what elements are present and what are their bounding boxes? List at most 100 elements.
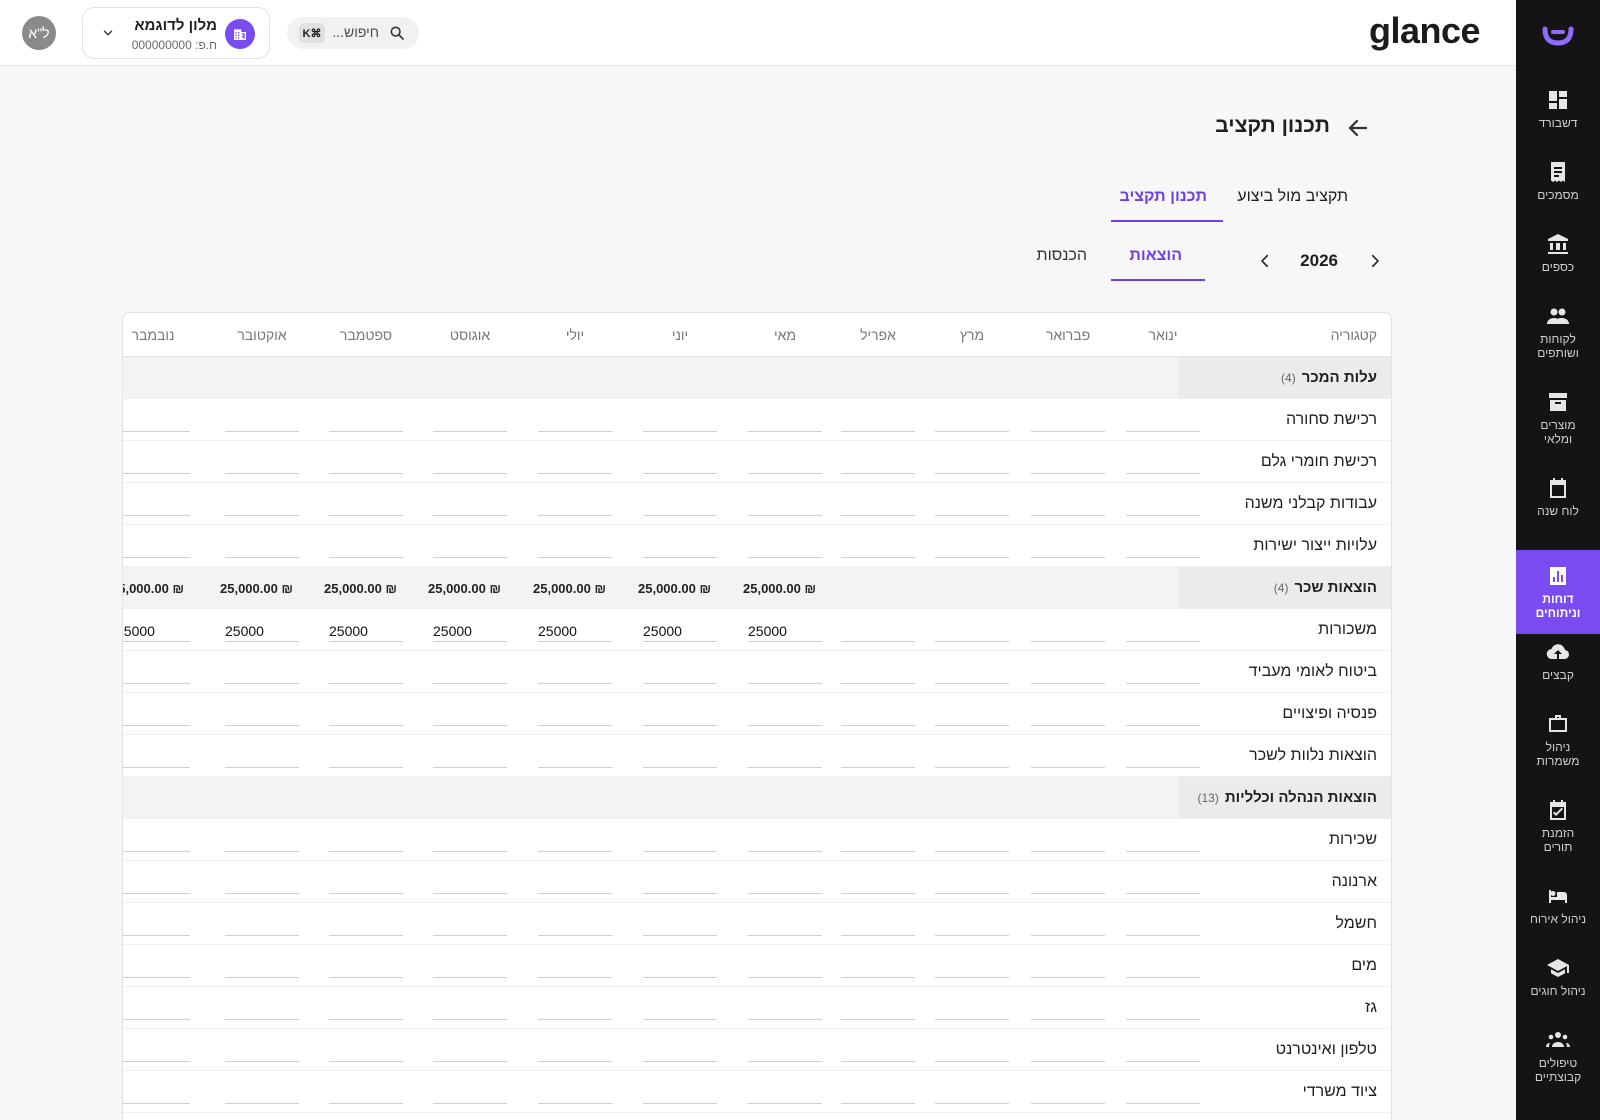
budget-input[interactable]: [433, 641, 507, 642]
subtab-income[interactable]: הכנסות: [1037, 247, 1087, 265]
budget-input[interactable]: [643, 473, 717, 474]
budget-input[interactable]: [329, 1019, 403, 1020]
budget-input[interactable]: [935, 473, 1009, 474]
budget-input[interactable]: [225, 851, 299, 852]
budget-input[interactable]: [329, 851, 403, 852]
budget-input[interactable]: [841, 683, 915, 684]
budget-input[interactable]: [538, 1061, 612, 1062]
budget-input[interactable]: [841, 1061, 915, 1062]
budget-input-value[interactable]: 25000: [538, 623, 600, 639]
budget-input[interactable]: [1126, 767, 1200, 768]
budget-input[interactable]: [433, 683, 507, 684]
budget-input[interactable]: [329, 767, 403, 768]
budget-input[interactable]: [225, 431, 299, 432]
budget-input[interactable]: [643, 557, 717, 558]
budget-input[interactable]: [433, 515, 507, 516]
sidebar-item-9[interactable]: הזמנת תורים: [1516, 794, 1600, 874]
budget-input[interactable]: [748, 725, 822, 726]
budget-input[interactable]: [935, 893, 1009, 894]
user-avatar[interactable]: ל"א: [22, 16, 56, 50]
budget-input[interactable]: [538, 767, 612, 768]
budget-input[interactable]: [1126, 473, 1200, 474]
budget-input[interactable]: [748, 977, 822, 978]
sidebar-item-0[interactable]: דשבורד: [1516, 84, 1600, 150]
budget-input-value[interactable]: 25000: [643, 623, 705, 639]
budget-input[interactable]: [1126, 893, 1200, 894]
budget-input[interactable]: [841, 725, 915, 726]
budget-input[interactable]: [1031, 767, 1105, 768]
budget-input[interactable]: [538, 557, 612, 558]
budget-input[interactable]: [935, 515, 1009, 516]
budget-input[interactable]: [935, 935, 1009, 936]
budget-input[interactable]: [225, 725, 299, 726]
budget-input[interactable]: [1031, 851, 1105, 852]
budget-input[interactable]: [433, 1061, 507, 1062]
budget-input[interactable]: [433, 893, 507, 894]
budget-input[interactable]: [225, 1019, 299, 1020]
budget-input[interactable]: [935, 557, 1009, 558]
budget-input[interactable]: [935, 1019, 1009, 1020]
budget-input[interactable]: [643, 641, 717, 642]
budget-input[interactable]: [643, 725, 717, 726]
budget-input[interactable]: [225, 473, 299, 474]
budget-input[interactable]: [748, 557, 822, 558]
budget-input[interactable]: [748, 935, 822, 936]
budget-input[interactable]: [1031, 557, 1105, 558]
budget-input[interactable]: [1031, 683, 1105, 684]
budget-input[interactable]: [433, 1019, 507, 1020]
budget-input-value[interactable]: 25000: [329, 623, 391, 639]
budget-input[interactable]: [748, 1061, 822, 1062]
sidebar-item-5[interactable]: לוח שנה: [1516, 472, 1600, 538]
budget-input[interactable]: [935, 977, 1009, 978]
sidebar-item-6[interactable]: דוחות וניתוחים: [1516, 550, 1600, 634]
budget-input[interactable]: [841, 641, 915, 642]
budget-input[interactable]: [225, 935, 299, 936]
budget-input[interactable]: [329, 977, 403, 978]
budget-input[interactable]: [123, 641, 190, 642]
budget-input[interactable]: [935, 431, 1009, 432]
budget-input[interactable]: [1126, 977, 1200, 978]
budget-input[interactable]: [538, 893, 612, 894]
app-logo-icon[interactable]: [1516, 0, 1600, 72]
budget-input[interactable]: [538, 641, 612, 642]
budget-input[interactable]: [433, 851, 507, 852]
sidebar-item-7[interactable]: קבצים: [1516, 636, 1600, 702]
back-arrow-icon[interactable]: [1346, 116, 1370, 140]
budget-input[interactable]: [1126, 1061, 1200, 1062]
budget-input[interactable]: [329, 725, 403, 726]
budget-input[interactable]: [841, 767, 915, 768]
budget-input[interactable]: [538, 473, 612, 474]
budget-input[interactable]: [538, 1103, 612, 1104]
budget-input[interactable]: [1031, 1103, 1105, 1104]
sidebar-item-3[interactable]: לקוחות ושותפים: [1516, 300, 1600, 380]
budget-input[interactable]: [841, 851, 915, 852]
budget-input[interactable]: [1126, 641, 1200, 642]
budget-input[interactable]: [841, 977, 915, 978]
budget-input[interactable]: [329, 893, 403, 894]
budget-input[interactable]: [538, 935, 612, 936]
budget-input[interactable]: [841, 935, 915, 936]
sidebar-item-8[interactable]: ניהול משמרות: [1516, 708, 1600, 788]
budget-input[interactable]: [1126, 431, 1200, 432]
budget-input[interactable]: [1031, 935, 1105, 936]
budget-input[interactable]: [748, 641, 822, 642]
budget-input[interactable]: [1031, 473, 1105, 474]
budget-input-value[interactable]: 25000: [433, 623, 495, 639]
budget-input[interactable]: [225, 515, 299, 516]
budget-input[interactable]: [329, 683, 403, 684]
budget-input[interactable]: [538, 725, 612, 726]
search-box[interactable]: K⌘ חיפוש...: [287, 17, 419, 49]
budget-input[interactable]: [748, 431, 822, 432]
tab-budget-vs-actual[interactable]: תקציב מול ביצוע: [1237, 188, 1348, 206]
budget-input[interactable]: [123, 431, 190, 432]
sidebar-item-1[interactable]: מסמכים: [1516, 156, 1600, 222]
budget-input[interactable]: [643, 1019, 717, 1020]
budget-input[interactable]: [841, 1103, 915, 1104]
budget-input[interactable]: [433, 977, 507, 978]
budget-input[interactable]: [123, 557, 190, 558]
budget-input[interactable]: [1126, 1103, 1200, 1104]
sidebar-item-12[interactable]: טיפולים קבוצתיים: [1516, 1024, 1600, 1104]
budget-input[interactable]: [123, 767, 190, 768]
budget-input[interactable]: [329, 473, 403, 474]
budget-input[interactable]: [123, 851, 190, 852]
